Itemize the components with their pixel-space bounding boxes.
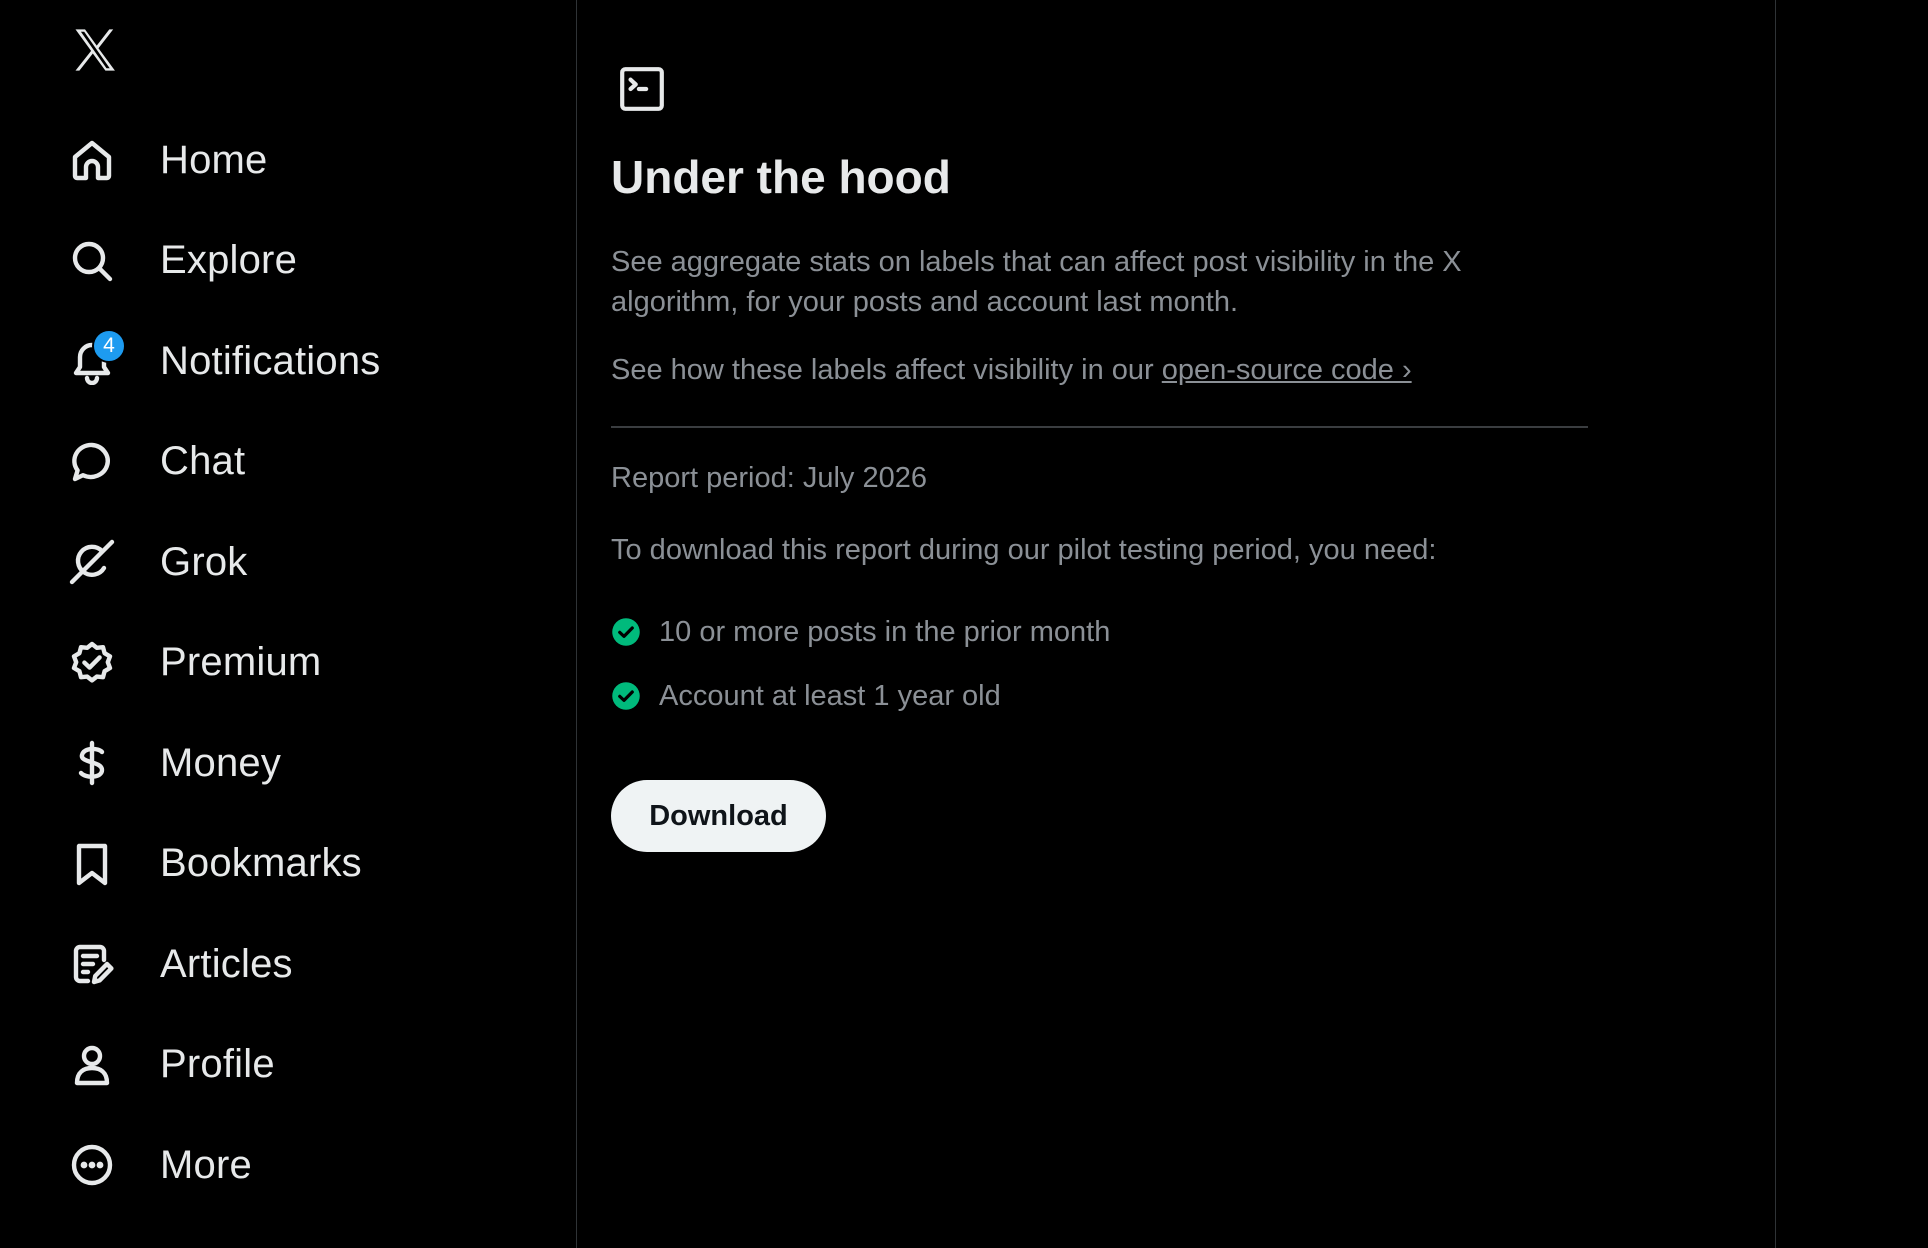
check-circle-icon [612, 618, 640, 646]
page-title: Under the hood [611, 151, 951, 203]
search-icon [66, 235, 118, 287]
requirement-text: 10 or more posts in the prior month [659, 615, 1111, 648]
sidebar-item-premium[interactable]: Premium [0, 613, 380, 714]
sidebar-item-label: More [160, 1142, 252, 1187]
app-window: Home Explore 4 Notifications Chat Grok P… [0, 0, 1928, 1248]
sidebar-item-chat[interactable]: Chat [0, 412, 380, 513]
bookmark-icon [66, 838, 118, 890]
sidebar-item-label: Explore [160, 238, 298, 283]
notification-count-badge: 4 [92, 329, 126, 364]
sidebar-menu: Home Explore 4 Notifications Chat Grok P… [0, 110, 380, 1216]
sidebar-item-label: Notifications [160, 338, 381, 383]
sidebar-item-label: Articles [160, 941, 293, 986]
sidebar-item-money[interactable]: Money [0, 713, 380, 814]
list-item: 10 or more posts in the prior month [611, 600, 1110, 664]
chat-bubble-icon [66, 436, 118, 488]
requirement-text: Account at least 1 year old [659, 679, 1001, 712]
dollar-icon [66, 737, 118, 789]
source-code-note-text: See how these labels affect visibility i… [611, 354, 1162, 386]
sidebar-item-label: Premium [160, 640, 322, 685]
check-circle-icon [612, 682, 640, 710]
sidebar-nav: Home Explore 4 Notifications Chat Grok P… [0, 0, 577, 1248]
source-code-note: See how these labels affect visibility i… [611, 354, 1412, 387]
more-circle-icon [66, 1139, 118, 1191]
sidebar-item-label: Bookmarks [160, 841, 362, 886]
download-button[interactable]: Download [611, 780, 826, 852]
section-divider [611, 426, 1588, 428]
home-icon [66, 134, 118, 186]
report-period: Report period: July 2026 [611, 462, 927, 494]
sidebar-item-home[interactable]: Home [0, 110, 380, 211]
bell-icon: 4 [66, 329, 126, 387]
verified-badge-icon [66, 637, 118, 689]
requirements-list: 10 or more posts in the prior month Acco… [611, 600, 1110, 728]
sidebar-item-articles[interactable]: Articles [0, 914, 380, 1015]
page-description: See aggregate stats on labels that can a… [611, 246, 1462, 318]
person-icon [66, 1039, 118, 1091]
main-panel: Under the hood See aggregate stats on la… [577, 0, 1776, 1248]
sidebar-item-label: Chat [160, 439, 246, 484]
requirements-intro: To download this report during our pilot… [611, 534, 1437, 566]
sidebar-item-profile[interactable]: Profile [0, 1015, 380, 1116]
sidebar-item-label: Money [160, 740, 282, 785]
sidebar-item-grok[interactable]: Grok [0, 512, 380, 613]
sidebar-item-more[interactable]: More [0, 1115, 380, 1216]
sidebar-item-label: Grok [160, 539, 248, 584]
list-item: Account at least 1 year old [611, 664, 1110, 728]
sidebar-item-explore[interactable]: Explore [0, 211, 380, 312]
grok-icon [66, 536, 118, 588]
article-edit-icon [66, 938, 118, 990]
terminal-icon [617, 64, 667, 114]
sidebar-item-label: Profile [160, 1042, 275, 1087]
sidebar-item-notifications[interactable]: 4 Notifications [0, 311, 380, 412]
x-logo-icon[interactable] [68, 24, 122, 76]
open-source-code-link[interactable]: open-source code › [1162, 354, 1412, 386]
sidebar-item-bookmarks[interactable]: Bookmarks [0, 814, 380, 915]
sidebar-item-label: Home [160, 137, 268, 182]
